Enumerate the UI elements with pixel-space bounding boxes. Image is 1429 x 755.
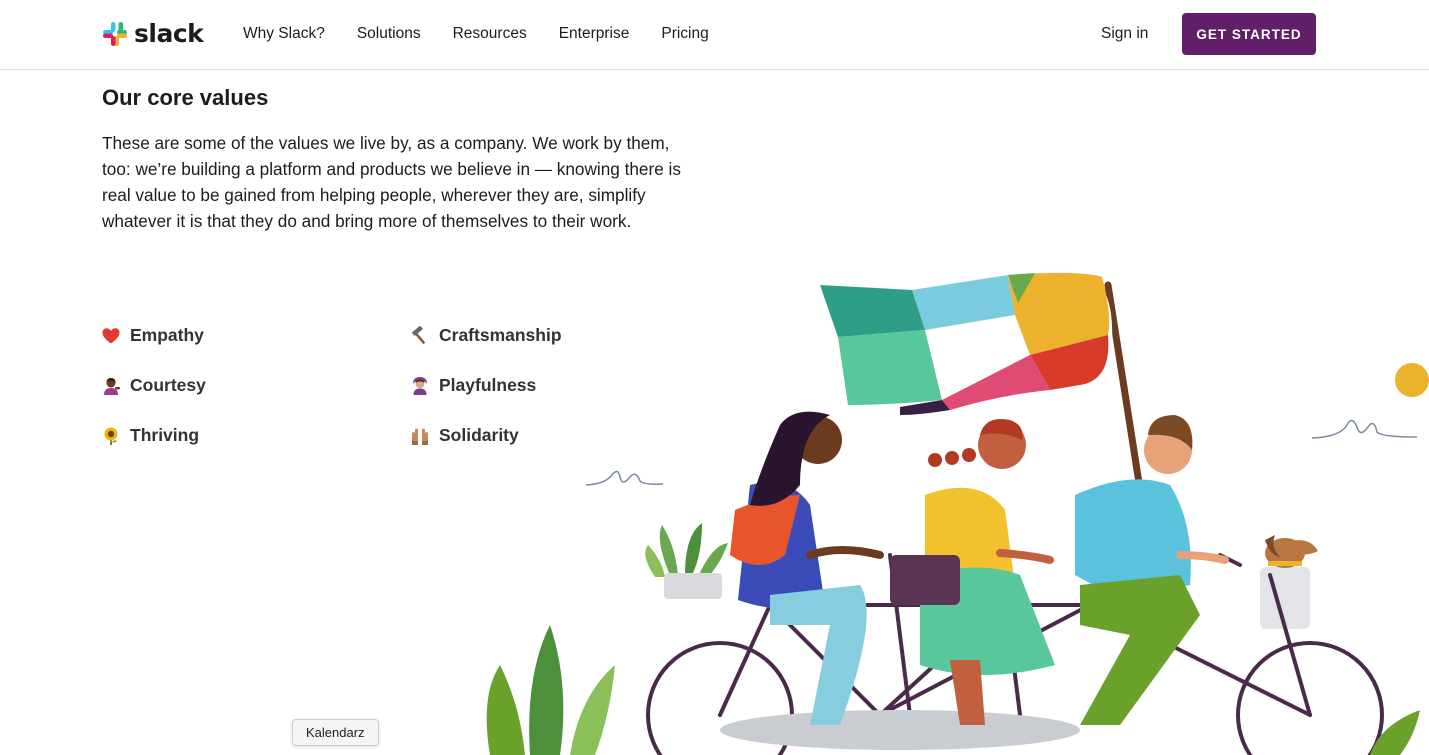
value-label: Empathy — [130, 325, 204, 345]
page-title: Our core values — [102, 85, 269, 110]
value-courtesy: Courtesy — [101, 375, 206, 396]
sign-in-link[interactable]: Sign in — [1101, 25, 1148, 43]
nav-resources[interactable]: Resources — [453, 25, 527, 43]
nav-enterprise[interactable]: Enterprise — [559, 25, 630, 43]
heart-icon — [102, 327, 120, 343]
main-nav: Why Slack? Solutions Resources Enterpris… — [243, 25, 741, 43]
person-tipping-hand-icon — [104, 377, 120, 395]
value-label: Courtesy — [130, 375, 206, 395]
value-thriving: Thriving — [101, 425, 199, 446]
hammer-icon — [412, 325, 425, 344]
get-started-button[interactable]: GET STARTED — [1182, 13, 1316, 55]
tandem-bike-illustration — [486, 271, 1429, 755]
value-empathy: Empathy — [101, 325, 204, 346]
nav-pricing[interactable]: Pricing — [661, 25, 708, 43]
calendar-tooltip: Kalendarz — [292, 719, 379, 746]
sunflower-icon — [104, 427, 118, 445]
slack-logo-icon — [103, 21, 127, 46]
logo-wordmark: slack — [134, 19, 204, 48]
site-header: slack Why Slack? Solutions Resources Ent… — [0, 0, 1429, 70]
intro-paragraph: These are some of the values we live by,… — [102, 133, 681, 231]
slack-logo[interactable]: slack — [102, 19, 204, 48]
nav-why-slack[interactable]: Why Slack? — [243, 25, 325, 43]
person-gesturing-ok-icon — [413, 376, 427, 395]
value-label: Thriving — [130, 425, 200, 445]
raised-hands-icon — [412, 428, 428, 445]
nav-solutions[interactable]: Solutions — [357, 25, 421, 43]
